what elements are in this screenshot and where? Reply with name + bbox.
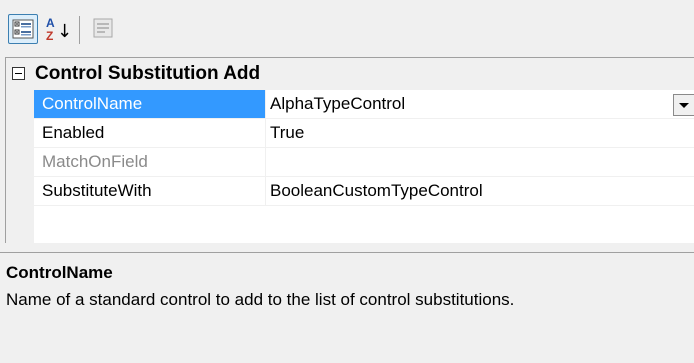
property-row-enabled[interactable]: Enabled True [34, 119, 694, 148]
property-grid: Control Substitution Add ControlName Alp… [5, 57, 694, 243]
property-row-matchonfield[interactable]: MatchOnField [34, 148, 694, 177]
dropdown-arrow-icon[interactable] [673, 94, 694, 116]
description-title: ControlName [6, 263, 113, 282]
property-pages-icon [93, 18, 113, 38]
property-row-controlname[interactable]: ControlName AlphaTypeControl [34, 90, 694, 119]
az-glyph-arrow: ↓ [57, 21, 72, 42]
property-name: SubstituteWith [34, 177, 266, 205]
az-glyph-a: A [46, 16, 55, 30]
description-text: Name of a standard control to add to the… [6, 290, 515, 309]
toolbar-separator [79, 16, 80, 44]
alphabetical-button[interactable]: A Z ↓ [42, 14, 72, 44]
property-row-substitutewith[interactable]: SubstituteWith BooleanCustomTypeControl [34, 177, 694, 206]
category-row[interactable]: Control Substitution Add [6, 58, 694, 90]
categorized-button[interactable] [8, 14, 38, 44]
property-value[interactable]: AlphaTypeControl [270, 90, 405, 118]
property-pages-button[interactable] [90, 14, 120, 44]
category-label: Control Substitution Add [35, 63, 261, 84]
property-name: Enabled [34, 119, 266, 147]
categorized-icon [12, 19, 34, 39]
sort-alphabetical-icon: A Z ↓ [46, 16, 72, 43]
property-name: ControlName [34, 90, 266, 118]
property-name: MatchOnField [34, 148, 266, 176]
grid-gutter [6, 90, 34, 243]
description-panel: ControlName Name of a standard control t… [0, 252, 694, 363]
az-glyph-z: Z [46, 29, 53, 43]
collapse-icon[interactable] [12, 67, 25, 80]
toolbar: A Z ↓ [0, 0, 694, 56]
property-value[interactable]: BooleanCustomTypeControl [270, 177, 483, 205]
property-value[interactable]: True [270, 119, 304, 147]
